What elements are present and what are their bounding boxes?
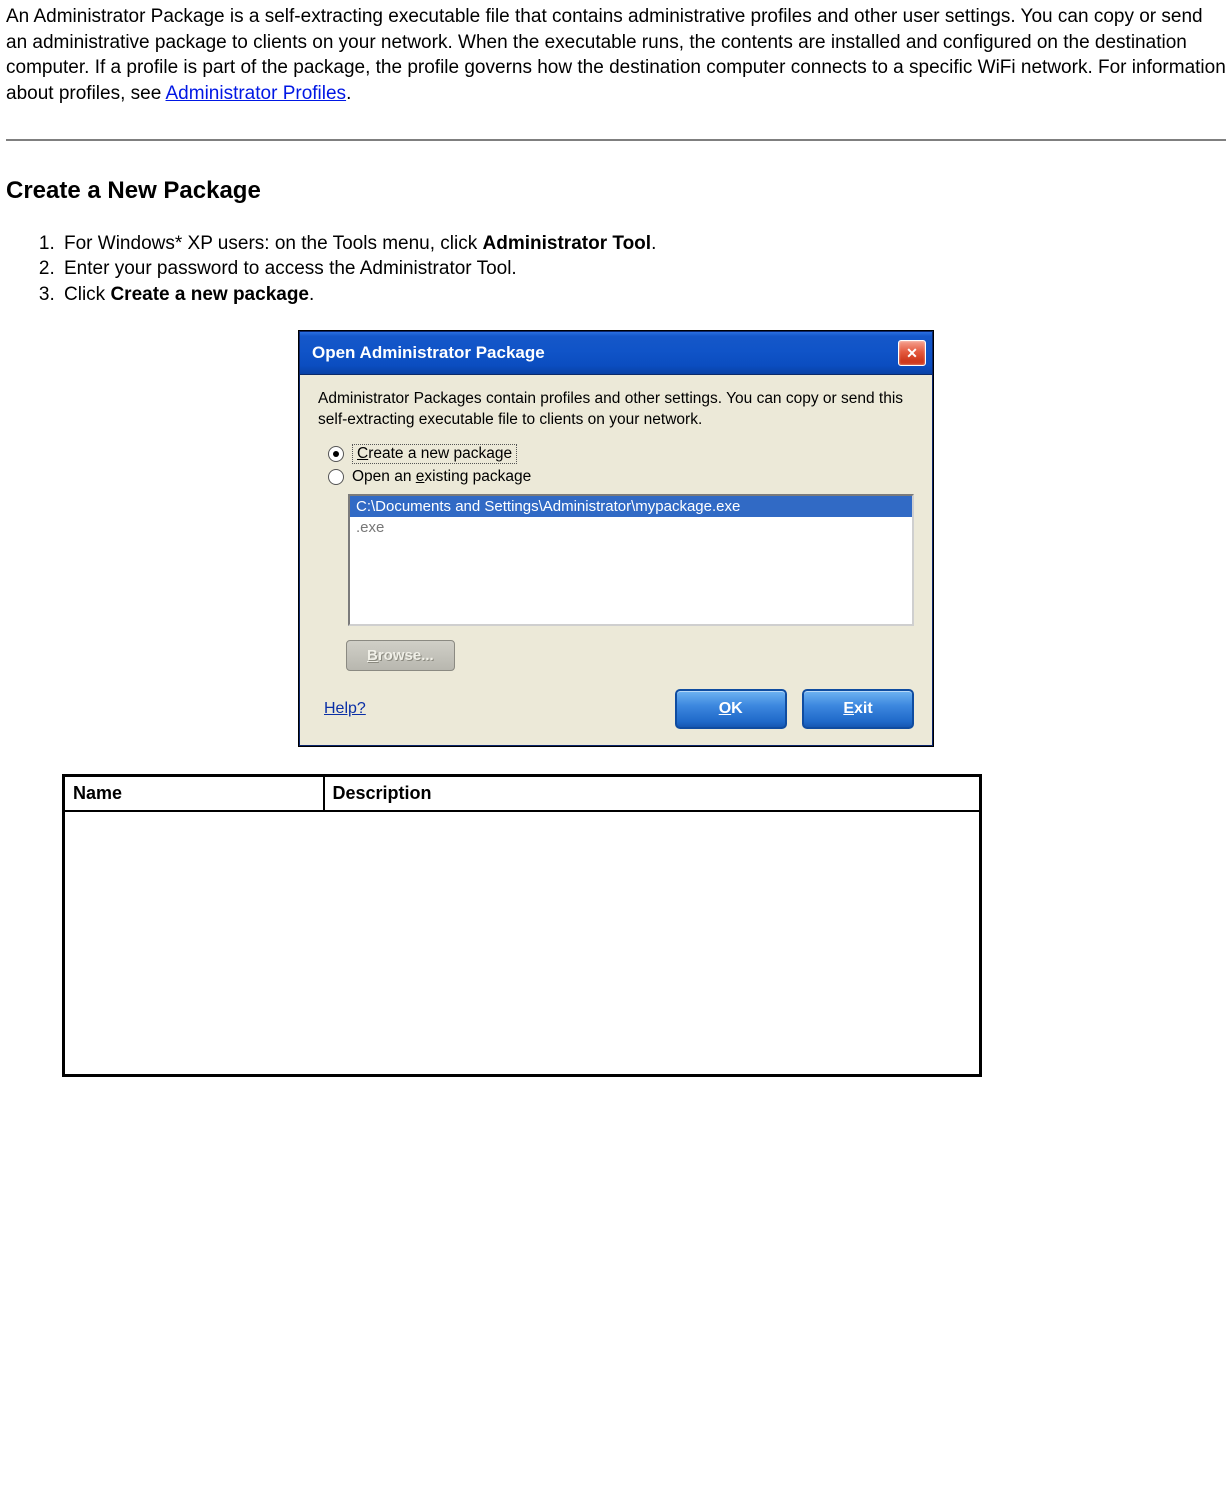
browse-button: Browse... (346, 640, 455, 671)
steps-list: For Windows* XP users: on the Tools menu… (6, 231, 1226, 308)
administrator-profiles-link[interactable]: Administrator Profiles (166, 83, 347, 104)
section-divider (6, 139, 1226, 141)
radio-icon (328, 446, 344, 462)
radio2-post: xisting package (424, 468, 531, 485)
ok-accel: O (719, 700, 731, 717)
dialog-description: Administrator Packages contain profiles … (318, 389, 914, 429)
radio-create-new-package[interactable]: Create a new package (328, 444, 914, 464)
help-link[interactable]: Help? (324, 700, 366, 718)
radio-open-existing-package[interactable]: Open an existing package (328, 468, 914, 486)
exit-accel: E (843, 700, 854, 717)
table-body-cell (64, 811, 981, 1076)
close-icon[interactable]: ✕ (898, 340, 926, 366)
list-item[interactable]: C:\Documents and Settings\Administrator\… (350, 496, 912, 517)
step-3-prefix: Click (64, 284, 110, 305)
step-1-prefix: For Windows* XP users: on the Tools menu… (64, 233, 483, 254)
step-3-bold: Create a new package (110, 284, 309, 305)
step-3-suffix: . (309, 284, 314, 305)
open-admin-package-dialog: Open Administrator Package ✕ Administrat… (299, 331, 933, 745)
step-3: Click Create a new package. (60, 282, 1226, 308)
table-header-name: Name (64, 775, 324, 811)
step-1-suffix: . (651, 233, 656, 254)
step-1-bold: Administrator Tool (483, 233, 652, 254)
radio1-post: reate a new package (368, 445, 512, 462)
radio2-pre: Open an (352, 468, 416, 485)
package-listbox[interactable]: C:\Documents and Settings\Administrator\… (348, 494, 914, 626)
ok-label: K (731, 700, 743, 717)
list-item[interactable]: .exe (350, 517, 912, 538)
step-1: For Windows* XP users: on the Tools menu… (60, 231, 1226, 257)
exit-label: xit (854, 700, 873, 717)
radio1-accel: C (357, 445, 368, 462)
section-heading: Create a New Package (6, 177, 1226, 205)
dialog-title: Open Administrator Package (312, 343, 545, 363)
radio-icon (328, 469, 344, 485)
intro-paragraph: An Administrator Package is a self-extra… (6, 4, 1226, 107)
browse-accel: B (367, 647, 378, 664)
definitions-table: Name Description (62, 774, 982, 1077)
table-header-description: Description (324, 775, 981, 811)
exit-button[interactable]: Exit (802, 689, 914, 729)
browse-label: rowse... (378, 647, 434, 664)
intro-suffix: . (346, 83, 351, 104)
step-2: Enter your password to access the Admini… (60, 256, 1226, 282)
dialog-titlebar: Open Administrator Package ✕ (300, 332, 932, 375)
ok-button[interactable]: OK (675, 689, 787, 729)
